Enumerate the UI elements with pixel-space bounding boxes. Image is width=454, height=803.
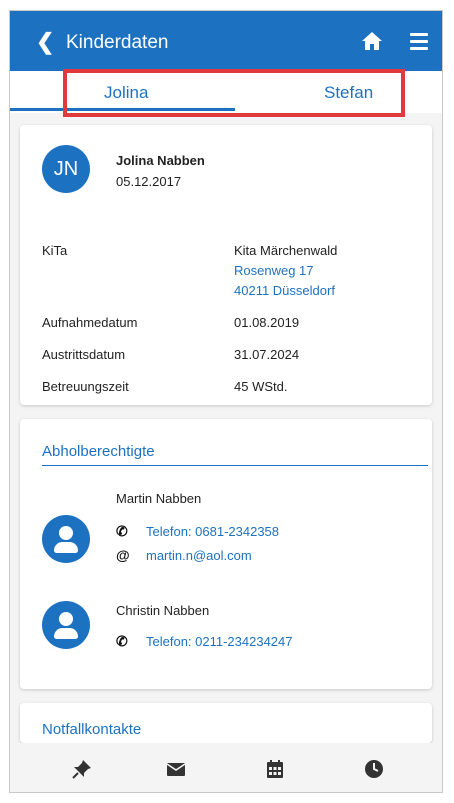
emergency-section-title: Notfallkontakte (42, 721, 142, 738)
clock-icon[interactable] (364, 759, 384, 779)
tab-highlight-box (63, 69, 405, 117)
betreuung-label: Betreuungszeit (42, 379, 129, 394)
at-icon: @ (116, 547, 130, 563)
pickup-card: Abholberechtigte Martin Nabben ✆ Telefon… (20, 419, 432, 689)
app-frame: ❮ Kinderdaten Jolina Stefan JN Jolina Na… (9, 10, 443, 793)
chevron-left-icon[interactable]: ❮ (36, 29, 54, 55)
phone-icon: ✆ (116, 523, 128, 539)
child-birthdate: 05.12.2017 (116, 174, 182, 189)
email-link[interactable]: martin.n@aol.com (146, 548, 252, 563)
aufnahme-label: Aufnahmedatum (42, 315, 138, 330)
child-name: Jolina Nabben (116, 153, 205, 168)
kita-label: KiTa (42, 243, 68, 258)
bottom-nav (10, 743, 442, 792)
avatar (42, 515, 90, 563)
avatar: JN (42, 145, 90, 193)
app-bar: ❮ Kinderdaten (10, 11, 442, 71)
page-title: Kinderdaten (66, 32, 169, 53)
calendar-icon[interactable] (265, 759, 285, 779)
kita-name: Kita Märchenwald (234, 243, 338, 258)
pickup-section-title: Abholberechtigte (42, 443, 155, 460)
section-divider (42, 465, 428, 466)
mail-icon[interactable] (166, 759, 186, 779)
austritt-value: 31.07.2024 (234, 347, 300, 362)
phone-link[interactable]: Telefon: 0211-234234247 (146, 634, 293, 649)
pin-icon[interactable] (72, 759, 92, 779)
avatar (42, 601, 90, 649)
kita-city-link[interactable]: 40211 Düsseldorf (234, 283, 335, 298)
betreuung-value: 45 WStd. (234, 379, 288, 394)
child-info-card: JN Jolina Nabben 05.12.2017 KiTa Kita Mä… (20, 125, 432, 405)
home-icon[interactable] (361, 31, 383, 51)
austritt-label: Austrittsdatum (42, 347, 126, 362)
emergency-card: Notfallkontakte (20, 703, 432, 743)
hamburger-menu-icon[interactable] (410, 33, 428, 50)
person-name: Christin Nabben (116, 603, 210, 618)
kita-street-link[interactable]: Rosenweg 17 (234, 263, 314, 278)
phone-link[interactable]: Telefon: 0681-2342358 (146, 524, 279, 539)
person-name: Martin Nabben (116, 491, 202, 506)
aufnahme-value: 01.08.2019 (234, 315, 300, 330)
phone-icon: ✆ (116, 633, 128, 649)
